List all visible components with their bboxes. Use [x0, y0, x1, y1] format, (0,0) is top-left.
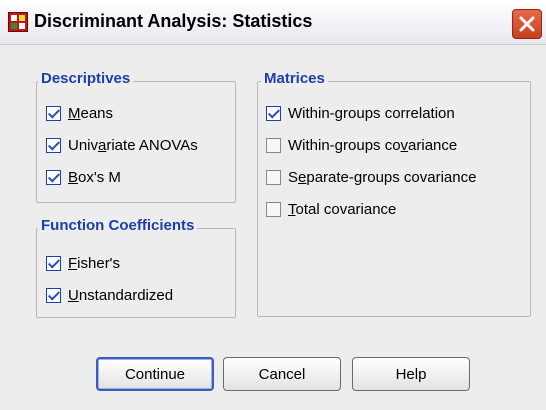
univariate-anovas-checkbox-box[interactable] — [46, 137, 61, 153]
within-groups-correlation-checkbox-box[interactable] — [266, 105, 281, 121]
boxs-m-label: Box's M — [68, 168, 121, 186]
window-title: Discriminant Analysis: Statistics — [34, 11, 313, 31]
function-coefficients-group — [36, 228, 236, 318]
within-groups-correlation-label: Within-groups correlation — [288, 104, 455, 122]
univariate-anovas-checkbox[interactable]: Univariate ANOVAs — [46, 136, 198, 154]
boxs-m-checkbox[interactable]: Box's M — [46, 168, 121, 186]
unstandardized-checkbox[interactable]: Unstandardized — [46, 286, 173, 304]
unstandardized-label: Unstandardized — [68, 286, 174, 304]
fishers-checkbox[interactable]: Fisher's — [46, 254, 120, 272]
separate-groups-covariance-label: Separate-groups covariance — [288, 168, 477, 186]
within-groups-correlation-checkbox[interactable]: Within-groups correlation — [266, 104, 455, 122]
title-bar: Discriminant Analysis: Statistics — [0, 0, 546, 45]
fishers-label: Fisher's — [68, 254, 121, 272]
separate-groups-covariance-checkbox-box[interactable] — [266, 169, 281, 185]
univariate-anovas-label: Univariate ANOVAs — [68, 136, 198, 154]
means-checkbox[interactable]: Means — [46, 104, 113, 122]
means-label: Means — [68, 104, 114, 122]
continue-button[interactable]: Continue — [96, 357, 214, 391]
within-groups-covariance-checkbox-box[interactable] — [266, 137, 281, 153]
separate-groups-covariance-checkbox[interactable]: Separate-groups covariance — [266, 168, 476, 186]
function-coefficients-legend: Function Coefficients — [38, 218, 198, 234]
boxs-m-checkbox-box[interactable] — [46, 169, 61, 185]
spss-app-icon — [8, 12, 28, 32]
total-covariance-checkbox-box[interactable] — [266, 201, 281, 217]
unstandardized-checkbox-box[interactable] — [46, 287, 61, 303]
within-groups-covariance-checkbox[interactable]: Within-groups covariance — [266, 136, 457, 154]
total-covariance-checkbox[interactable]: Total covariance — [266, 200, 396, 218]
close-icon — [519, 16, 535, 32]
means-checkbox-box[interactable] — [46, 105, 61, 121]
help-button[interactable]: Help — [352, 357, 470, 391]
within-groups-covariance-label: Within-groups covariance — [288, 136, 458, 154]
descriptives-legend: Descriptives — [38, 71, 134, 87]
close-button[interactable] — [512, 9, 542, 39]
cancel-button[interactable]: Cancel — [223, 357, 341, 391]
matrices-legend: Matrices — [261, 71, 328, 87]
fishers-checkbox-box[interactable] — [46, 255, 61, 271]
total-covariance-label: Total covariance — [288, 200, 397, 218]
